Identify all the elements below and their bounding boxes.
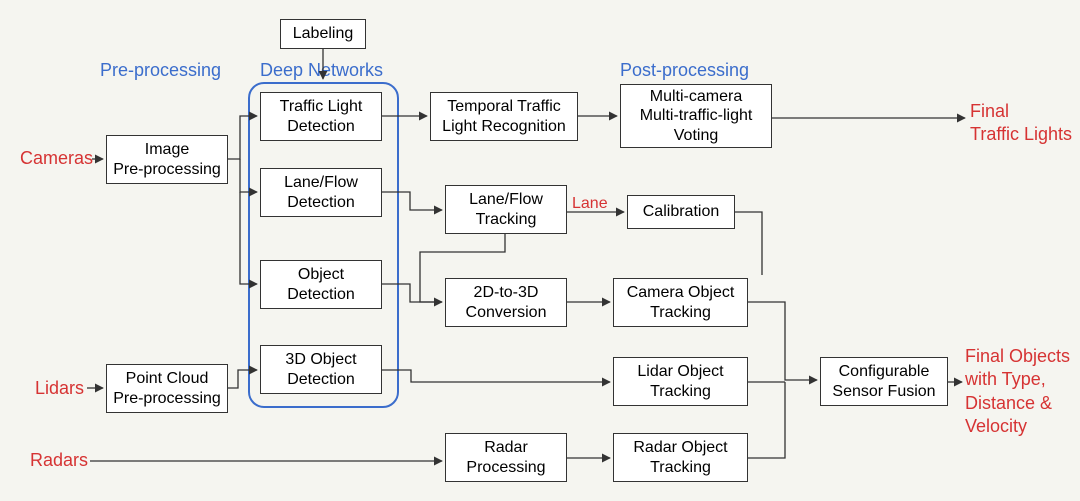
edge-label-lane: Lane bbox=[572, 195, 608, 213]
box-lidar-obj-track: Lidar Object Tracking bbox=[613, 357, 748, 406]
box-sensor-fusion: Configurable Sensor Fusion bbox=[820, 357, 948, 406]
box-calibration: Calibration bbox=[627, 195, 735, 229]
box-labeling: Labeling bbox=[280, 19, 366, 49]
box-3d-object-det: 3D Object Detection bbox=[260, 345, 382, 394]
output-traffic-lights: Final Traffic Lights bbox=[970, 100, 1072, 147]
box-point-cloud-preproc: Point Cloud Pre-processing bbox=[106, 364, 228, 413]
label-deepnetworks: Deep Networks bbox=[260, 60, 383, 81]
box-radar-proc: Radar Processing bbox=[445, 433, 567, 482]
box-image-preproc: Image Pre-processing bbox=[106, 135, 228, 184]
box-camera-obj-track: Camera Object Tracking bbox=[613, 278, 748, 327]
input-lidars: Lidars bbox=[35, 378, 84, 399]
output-objects: Final Objects with Type, Distance & Velo… bbox=[965, 345, 1070, 439]
box-2d-to-3d: 2D-to-3D Conversion bbox=[445, 278, 567, 327]
box-traffic-light-det: Traffic Light Detection bbox=[260, 92, 382, 141]
input-cameras: Cameras bbox=[20, 148, 93, 169]
box-multi-camera-vote: Multi-camera Multi-traffic-light Voting bbox=[620, 84, 772, 148]
box-temporal-traffic: Temporal Traffic Light Recognition bbox=[430, 92, 578, 141]
box-object-det: Object Detection bbox=[260, 260, 382, 309]
label-postprocessing: Post-processing bbox=[620, 60, 749, 81]
box-radar-obj-track: Radar Object Tracking bbox=[613, 433, 748, 482]
label-preprocessing: Pre-processing bbox=[100, 60, 221, 81]
box-lane-flow-track: Lane/Flow Tracking bbox=[445, 185, 567, 234]
box-lane-flow-det: Lane/Flow Detection bbox=[260, 168, 382, 217]
input-radars: Radars bbox=[30, 450, 88, 471]
